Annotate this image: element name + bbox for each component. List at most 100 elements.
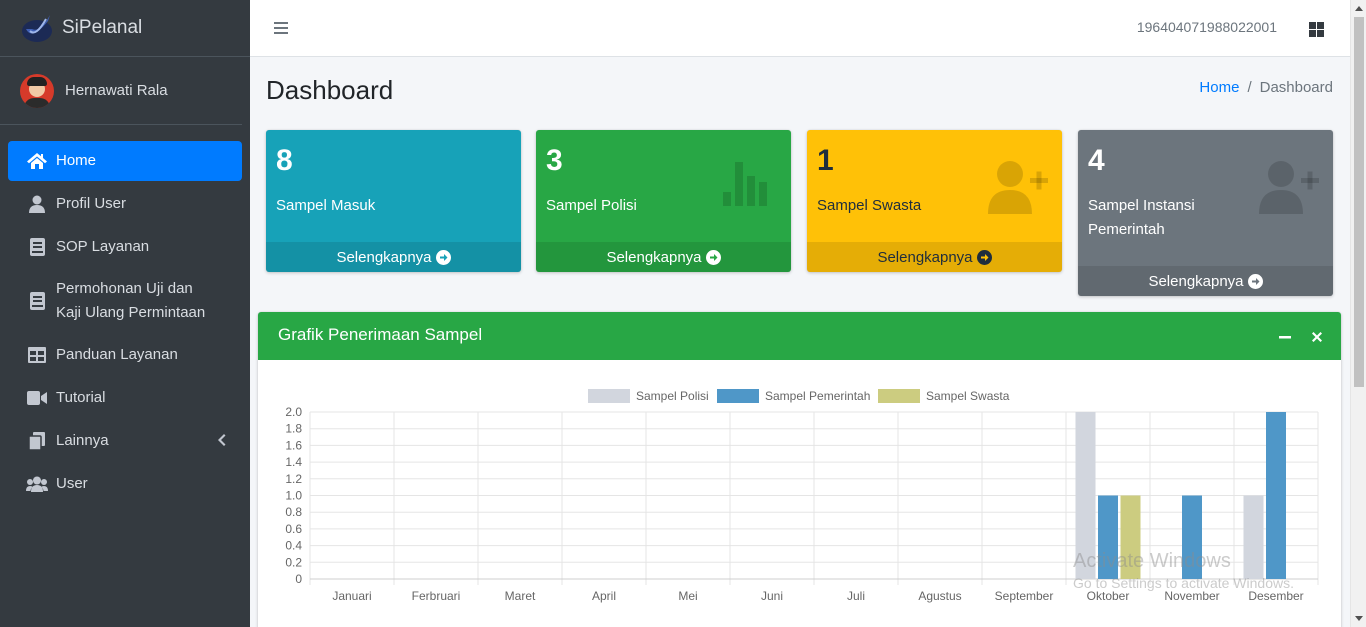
- close-icon[interactable]: [1310, 330, 1324, 344]
- box-label: Sampel Polisi: [546, 197, 637, 214]
- scroll-down-arrow-icon[interactable]: [1355, 614, 1363, 622]
- video-icon: [26, 388, 48, 408]
- box-more-link[interactable]: Selengkapnya: [266, 242, 521, 272]
- minus-icon[interactable]: [1278, 330, 1292, 344]
- table-icon: [26, 345, 48, 365]
- arrow-circle-right-icon: [435, 249, 451, 265]
- grid-apps-icon[interactable]: [1309, 22, 1324, 37]
- more-link-label: Selengkapnya: [606, 248, 702, 266]
- x-tick-label: Januari: [332, 589, 371, 603]
- sidebar-item-permohonan[interactable]: Permohonan Uji dan Kaji Ulang Permintaan: [8, 270, 242, 332]
- x-tick-label: Agustus: [918, 589, 961, 603]
- sidebar-item-profil-user[interactable]: Profil User: [8, 184, 242, 224]
- brand-name: SiPelanal: [62, 17, 143, 38]
- bar: [1266, 412, 1286, 579]
- y-tick-label: 0.4: [285, 539, 302, 553]
- top-navbar: 196404071988022001: [250, 0, 1350, 57]
- legend-swatch: [878, 389, 920, 403]
- small-box-sampel-swasta: 1 Sampel Swasta Selengkapnya: [807, 130, 1062, 272]
- x-tick-label: Ferbruari: [412, 589, 461, 603]
- avatar: [20, 73, 54, 108]
- sidebar-item-user[interactable]: User: [8, 464, 242, 504]
- book-icon: [26, 237, 48, 257]
- small-box-sampel-instansi-pemerintah: 4 Sampel Instansi Pemerintah Selengkapny…: [1078, 130, 1333, 296]
- box-label: Sampel Instansi Pemerintah: [1088, 197, 1195, 238]
- more-link-label: Selengkapnya: [877, 248, 973, 266]
- sidebar-item-lainnya[interactable]: Lainnya: [8, 421, 242, 461]
- y-tick-label: 1.4: [285, 455, 302, 469]
- x-tick-label: Juni: [761, 589, 783, 603]
- breadcrumb-home-link[interactable]: Home: [1199, 79, 1239, 96]
- y-tick-label: 0.8: [285, 505, 302, 519]
- sidebar-item-sop-layanan[interactable]: SOP Layanan: [8, 227, 242, 267]
- sidebar: SiPelanal Hernawati Rala Home Profil Use…: [0, 0, 250, 627]
- y-tick-label: 2.0: [285, 405, 302, 419]
- y-tick-label: 0: [295, 572, 302, 586]
- breadcrumb: Home / Dashboard: [1199, 79, 1333, 96]
- box-more-link[interactable]: Selengkapnya: [1078, 266, 1333, 296]
- user-panel[interactable]: Hernawati Rala: [0, 57, 242, 125]
- sidebar-item-label: Panduan Layanan: [56, 346, 178, 363]
- x-tick-label: Oktober: [1087, 589, 1130, 603]
- vertical-scrollbar[interactable]: [1350, 0, 1366, 627]
- x-tick-label: Mei: [678, 589, 697, 603]
- sidebar-item-label: SOP Layanan: [56, 238, 150, 255]
- sidebar-item-label: Tutorial: [56, 389, 106, 406]
- box-value: 4: [1088, 144, 1105, 177]
- more-link-label: Selengkapnya: [336, 248, 432, 266]
- x-tick-label: November: [1164, 589, 1219, 603]
- user-plus-icon: [988, 161, 1048, 214]
- brand-link[interactable]: SiPelanal: [0, 0, 250, 57]
- hamburger-menu-icon[interactable]: [274, 21, 288, 35]
- legend-swatch: [588, 389, 630, 403]
- y-tick-label: 1.8: [285, 422, 302, 436]
- more-link-label: Selengkapnya: [1148, 272, 1244, 290]
- arrow-circle-right-icon: [705, 249, 721, 265]
- user-plus-icon: [1259, 161, 1319, 214]
- copy-icon: [26, 431, 48, 451]
- scroll-up-arrow-icon[interactable]: [1355, 5, 1363, 13]
- arrow-circle-right-icon: [1247, 273, 1263, 289]
- box-more-link[interactable]: Selengkapnya: [807, 242, 1062, 272]
- legend-label: Sampel Pemerintah: [765, 389, 870, 403]
- scroll-thumb[interactable]: [1354, 17, 1364, 387]
- bar-chart-icon: [723, 162, 767, 206]
- y-tick-label: 1.6: [285, 438, 302, 452]
- sidebar-item-label: Profil User: [56, 195, 127, 212]
- sidebar-item-label: Permohonan Uji dan Kaji Ulang Permintaan: [56, 280, 206, 321]
- legend-label: Sampel Polisi: [636, 389, 709, 403]
- home-icon: [26, 151, 48, 171]
- breadcrumb-current: Dashboard: [1259, 79, 1333, 96]
- legend-swatch: [717, 389, 759, 403]
- sidebar-nav: Home Profil User SOP Layanan Permohonan …: [0, 125, 250, 504]
- x-tick-label: Maret: [505, 589, 536, 603]
- sidebar-item-panduan-layanan[interactable]: Panduan Layanan: [8, 335, 242, 375]
- x-tick-label: Desember: [1248, 589, 1303, 603]
- box-label: Sampel Swasta: [817, 197, 922, 214]
- box-label: Sampel Masuk: [276, 197, 376, 214]
- page-title: Dashboard: [266, 75, 394, 105]
- x-tick-label: April: [592, 589, 616, 603]
- y-tick-label: 0.6: [285, 522, 302, 536]
- brand-logo: [22, 15, 52, 42]
- user-name[interactable]: Hernawati Rala: [65, 82, 168, 99]
- box-more-link[interactable]: Selengkapnya: [536, 242, 791, 272]
- chevron-left-icon[interactable]: [216, 433, 226, 447]
- sidebar-item-tutorial[interactable]: Tutorial: [8, 378, 242, 418]
- arrow-circle-right-icon: [976, 249, 992, 265]
- book-icon: [26, 291, 48, 311]
- card-header: Grafik Penerimaan Sampel: [258, 312, 1341, 360]
- box-value: 8: [276, 144, 293, 177]
- y-tick-label: 1.0: [285, 489, 302, 503]
- x-tick-label: Juli: [847, 589, 865, 603]
- users-icon: [26, 474, 48, 494]
- small-box-sampel-polisi: 3 Sampel Polisi Selengkapnya: [536, 130, 791, 272]
- user-id[interactable]: 196404071988022001: [1137, 19, 1277, 35]
- card-title: Grafik Penerimaan Sampel: [278, 325, 483, 344]
- legend-label: Sampel Swasta: [926, 389, 1010, 403]
- bar: [1243, 495, 1264, 579]
- sidebar-item-label: User: [56, 475, 88, 492]
- windows-watermark-subtitle: Go to Settings to activate Windows.: [1073, 575, 1294, 591]
- x-tick-label: September: [995, 589, 1054, 603]
- sidebar-item-home[interactable]: Home: [8, 141, 242, 181]
